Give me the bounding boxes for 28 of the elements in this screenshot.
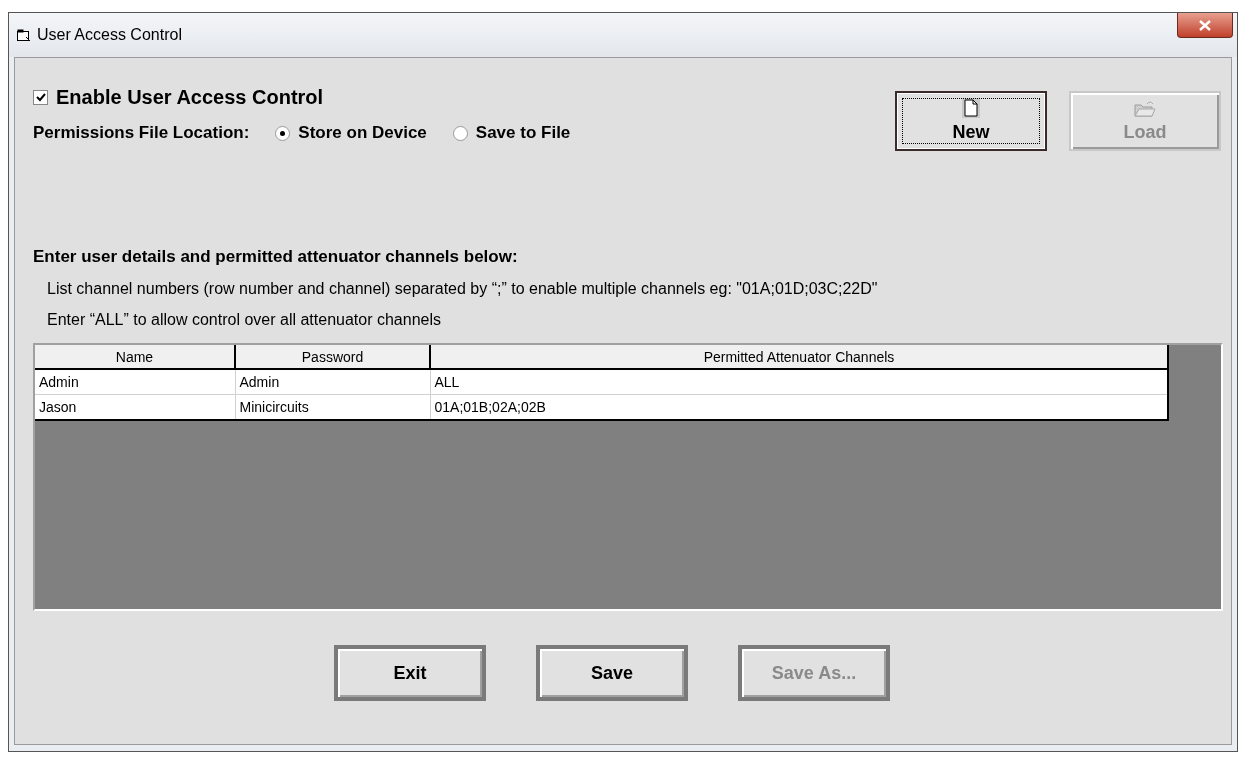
radio-label[interactable]: Store on Device [298, 123, 427, 143]
radio-button[interactable] [275, 125, 291, 141]
column-header[interactable]: Permitted Attenuator Channels [430, 345, 1168, 369]
field-label: Permissions File Location: [33, 123, 250, 143]
column-header[interactable]: Password [235, 345, 430, 369]
table-cell[interactable]: ALL [430, 369, 1168, 395]
close-icon [1199, 19, 1211, 31]
dialog-button[interactable]: Save [536, 645, 688, 701]
section-heading: Enter user details and permitted attenuator channels below: [33, 247, 519, 267]
instruction-text: List channel numbers (row number and channel) separated by “;” to enable multiple channels eg: "01A;01D;03C;22D" [47, 280, 879, 298]
table-cell[interactable]: Admin [235, 369, 430, 395]
table-cell[interactable]: Jason [35, 394, 235, 420]
table-cell[interactable]: Admin [35, 369, 235, 395]
column-header[interactable]: Name [35, 345, 235, 369]
checkbox[interactable] [33, 90, 48, 105]
table-cell[interactable]: Minicircuits [235, 394, 430, 420]
close-button[interactable] [1177, 13, 1233, 38]
dialog-button[interactable]: Exit [334, 645, 486, 701]
radio-label[interactable]: Save to File [475, 123, 571, 143]
table-cell[interactable]: 01A;01B;02A;02B [430, 394, 1168, 420]
instruction-text: Enter “ALL” to allow control over all attenuator channels [47, 311, 442, 329]
radio-button[interactable] [452, 125, 468, 141]
window-title: User Access Control [37, 26, 182, 44]
folder-icon [1134, 100, 1156, 118]
window-icon [17, 28, 31, 42]
checkbox-label[interactable]: Enable User Access Control [56, 86, 324, 109]
new-button[interactable]: New [895, 91, 1047, 151]
document-icon [962, 98, 980, 118]
